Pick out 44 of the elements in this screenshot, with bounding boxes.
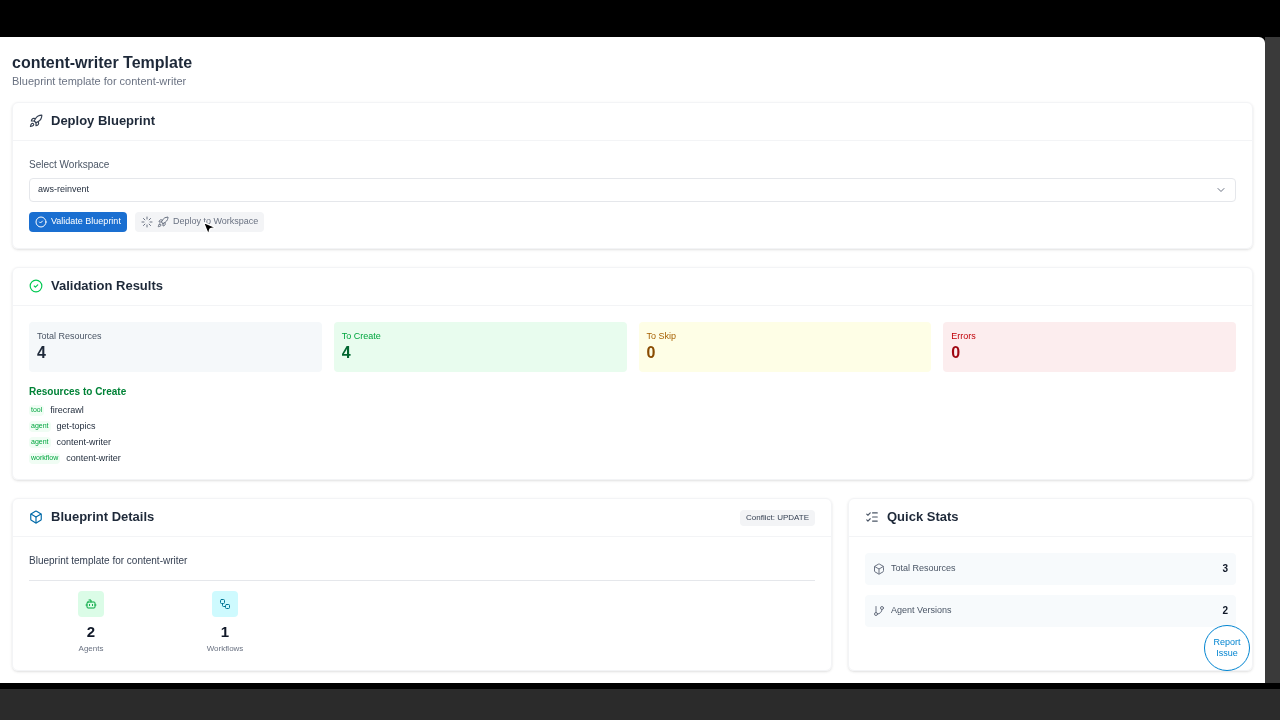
- stat-label: Errors: [951, 329, 977, 343]
- stat-label: To Create: [341, 329, 382, 343]
- stat-label: To Skip: [646, 329, 677, 343]
- stat-label: Total Resources: [37, 329, 103, 343]
- stat-value: 4: [341, 343, 352, 363]
- workflow-icon: [212, 590, 238, 617]
- stat-row-label: Agent Versions: [891, 603, 952, 617]
- resources-heading: Resources to Create: [29, 384, 128, 399]
- resource-name: content-writer: [66, 451, 121, 465]
- count-label: Agents: [78, 643, 104, 655]
- resource-name: firecrawl: [50, 403, 84, 417]
- details-description: Blueprint template for content-writer: [29, 552, 815, 581]
- rocket-icon: [29, 114, 43, 128]
- card-title: Blueprint Details: [51, 508, 155, 527]
- rocket-icon: [156, 215, 169, 228]
- page-title: content-writer Template: [12, 53, 194, 73]
- stat-row-label: Total Resources: [891, 561, 956, 575]
- page-subtitle: Blueprint template for content-writer: [12, 74, 188, 89]
- stat-row-value: 3: [1222, 562, 1228, 576]
- report-issue-button[interactable]: Report Issue: [1204, 625, 1250, 671]
- validate-button[interactable]: Validate Blueprint: [29, 211, 127, 232]
- card-title: Deploy Blueprint: [51, 112, 155, 131]
- card-title: Validation Results: [51, 277, 163, 296]
- scrollbar[interactable]: [1265, 37, 1280, 683]
- stat-value: 4: [37, 343, 47, 363]
- robot-icon: [78, 590, 104, 617]
- stat-value: 0: [951, 343, 962, 363]
- resource-name: content-writer: [56, 435, 112, 449]
- resource-name: get-topics: [56, 419, 96, 433]
- card-title: Quick Stats: [887, 508, 959, 527]
- box-icon: [29, 510, 43, 524]
- count-label: Workflows: [206, 643, 244, 655]
- conflict-badge: Conflict: UPDATE: [740, 509, 815, 526]
- count-value: 2: [86, 621, 96, 642]
- branch-icon: [873, 604, 885, 617]
- checklist-icon: [865, 510, 879, 524]
- check-circle-icon: [29, 279, 43, 293]
- check-circle-icon: [35, 215, 47, 228]
- workspace-select[interactable]: aws-reinvent: [29, 177, 1236, 202]
- count-value: 1: [220, 621, 230, 642]
- field-label: Select Workspace: [29, 157, 111, 172]
- stat-row-value: 2: [1222, 604, 1228, 618]
- stat-value: 0: [646, 343, 657, 363]
- box-icon: [873, 562, 885, 575]
